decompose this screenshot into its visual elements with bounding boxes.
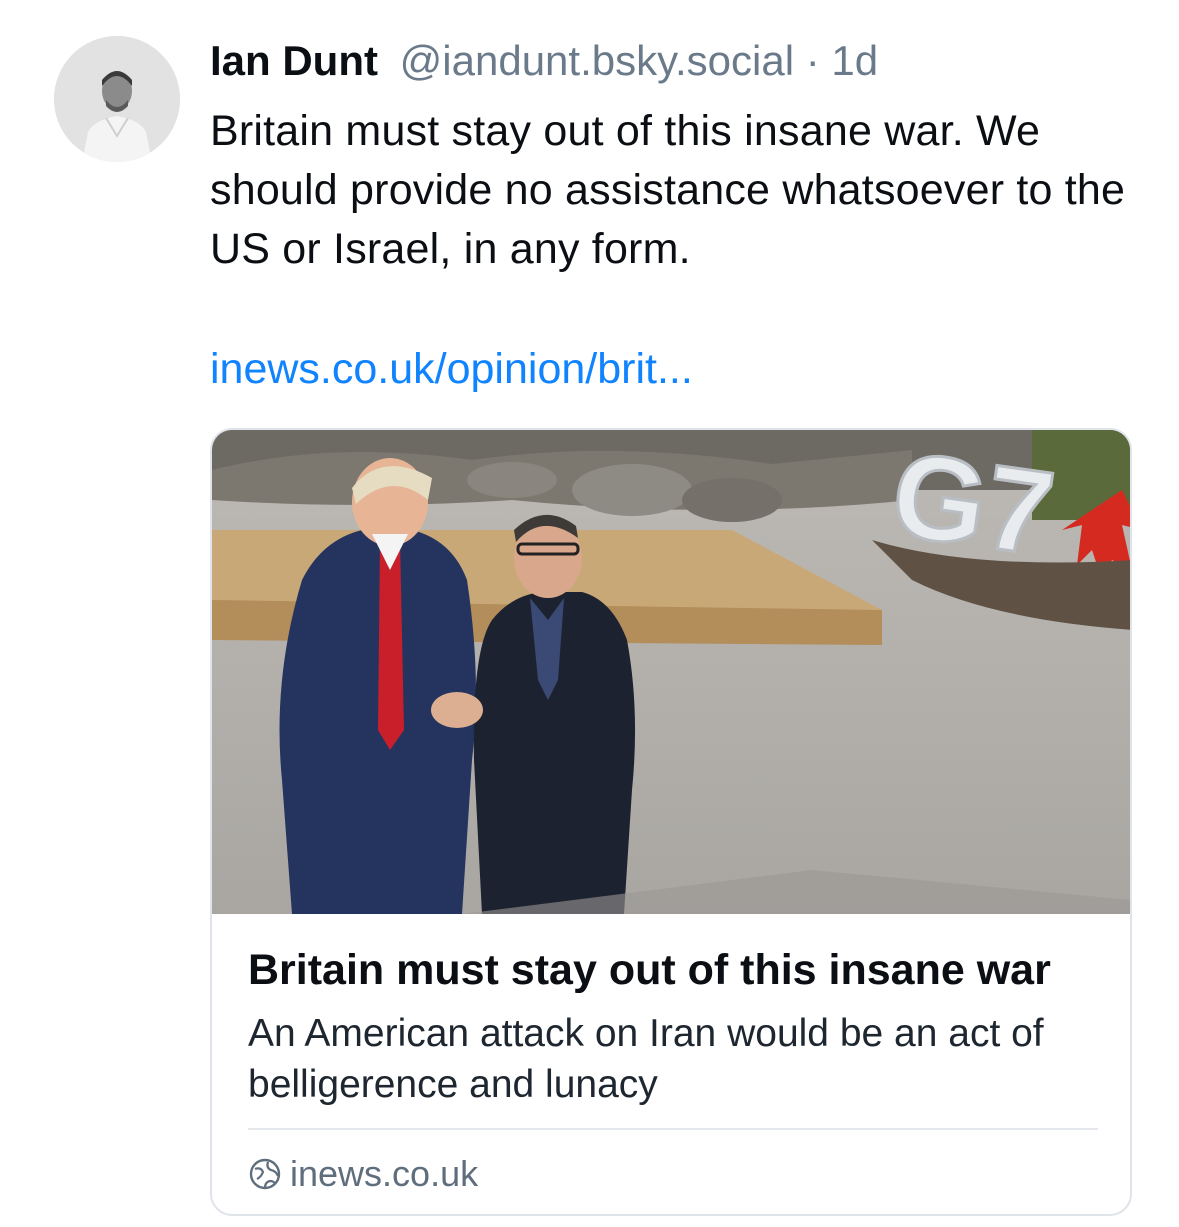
avatar-photo [54, 36, 180, 162]
author-handle[interactable]: @iandunt.bsky.social [400, 37, 794, 84]
link-preview-card[interactable]: G7 Britain must stay out of this insane … [210, 428, 1132, 1216]
card-divider [248, 1128, 1098, 1130]
card-thumbnail: G7 [212, 430, 1130, 914]
post: Ian Dunt @iandunt.bsky.social · 1d Brita… [0, 0, 1179, 1227]
post-timestamp[interactable]: 1d [831, 37, 878, 84]
card-domain: inews.co.uk [290, 1153, 479, 1194]
card-description: An American attack on Iran would be an a… [248, 1012, 1044, 1106]
author-avatar[interactable] [54, 36, 180, 162]
post-text: Britain must stay out of this insane war… [210, 107, 1126, 273]
separator-dot: · [805, 37, 820, 84]
thumbnail-photo: G7 [212, 430, 1130, 914]
card-footer: inews.co.uk [248, 1148, 478, 1200]
author-name[interactable]: Ian Dunt [210, 37, 378, 84]
post-link[interactable]: inews.co.uk/opinion/brit... [210, 340, 693, 399]
globe-icon [248, 1157, 282, 1191]
post-header: Ian Dunt @iandunt.bsky.social · 1d [210, 34, 878, 88]
card-title: Britain must stay out of this insane war [248, 946, 1051, 994]
